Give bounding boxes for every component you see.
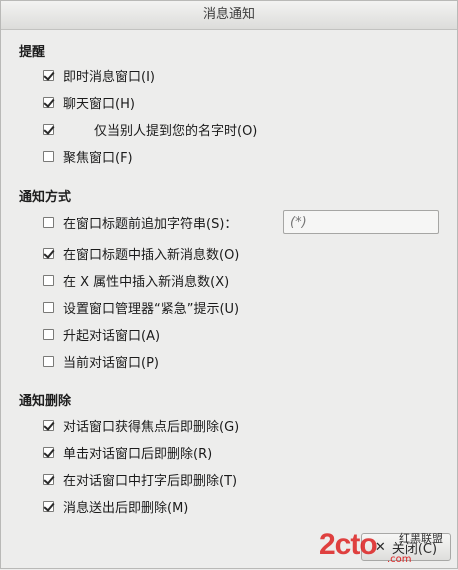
checkbox-label: 在对话窗口中打字后即删除(T) — [63, 473, 238, 489]
checkbox-row-focus-window[interactable]: 聚焦窗口(F) — [43, 146, 133, 166]
checkbox-only-mentioned[interactable] — [43, 123, 54, 135]
checkbox-title-prefix[interactable] — [43, 216, 54, 228]
close-icon: ✕ — [374, 539, 386, 555]
checkbox-x-property[interactable] — [43, 274, 54, 286]
checkbox-remove-on-type[interactable] — [43, 473, 54, 485]
checkbox-present-window[interactable] — [43, 355, 54, 367]
checkbox-row-title-count[interactable]: 在窗口标题中插入新消息数(O) — [43, 243, 239, 263]
checkbox-label: 单击对话窗口后即删除(R) — [63, 446, 213, 462]
checkbox-label: 聊天窗口(H) — [63, 96, 135, 112]
checkbox-label: 当前对话窗口(P) — [63, 355, 159, 371]
checkbox-row-present-window[interactable]: 当前对话窗口(P) — [43, 351, 159, 371]
checkbox-label: 在 X 属性中插入新消息数(X) — [63, 274, 230, 290]
checkbox-row-only-mentioned[interactable]: 仅当别人提到您的名字时(O) — [43, 119, 257, 139]
section-title-method: 通知方式 — [19, 190, 72, 205]
checkbox-label: 消息送出后即删除(M) — [63, 500, 189, 516]
checkbox-label: 在窗口标题前追加字符串(S)： — [63, 216, 238, 232]
checkbox-remove-on-click[interactable] — [43, 446, 54, 458]
window-title: 消息通知 — [1, 1, 457, 30]
checkbox-chat-window[interactable] — [43, 96, 54, 108]
checkbox-label: 聚焦窗口(F) — [63, 150, 133, 166]
checkbox-label: 对话窗口获得焦点后即删除(G) — [63, 419, 240, 435]
checkbox-urgent-hint[interactable] — [43, 301, 54, 313]
checkbox-remove-on-send[interactable] — [43, 500, 54, 512]
checkbox-row-remove-on-click[interactable]: 单击对话窗口后即删除(R) — [43, 442, 212, 462]
checkbox-row-x-property[interactable]: 在 X 属性中插入新消息数(X) — [43, 270, 229, 290]
checkbox-row-remove-on-focus[interactable]: 对话窗口获得焦点后即删除(G) — [43, 415, 239, 435]
checkbox-label: 在窗口标题中插入新消息数(O) — [63, 247, 240, 263]
checkbox-remove-on-focus[interactable] — [43, 419, 54, 431]
close-button[interactable]: ✕ 关闭(C) — [361, 533, 451, 561]
checkbox-row-remove-on-type[interactable]: 在对话窗口中打字后即删除(T) — [43, 469, 237, 489]
notification-dialog: 消息通知 提醒 即时消息窗口(I) 聊天窗口(H) 仅当别人提到您的名字时(O)… — [0, 0, 458, 569]
checkbox-raise-window[interactable] — [43, 328, 54, 340]
checkbox-row-im-window[interactable]: 即时消息窗口(I) — [43, 65, 155, 85]
checkbox-label: 设置窗口管理器“紧急”提示(U) — [63, 301, 240, 317]
checkbox-title-count[interactable] — [43, 247, 54, 259]
section-title-remind: 提醒 — [19, 45, 46, 60]
title-prefix-input[interactable] — [283, 210, 439, 234]
checkbox-row-title-prefix[interactable]: 在窗口标题前追加字符串(S)： — [43, 212, 237, 232]
checkbox-focus-window[interactable] — [43, 150, 54, 162]
checkbox-row-raise-window[interactable]: 升起对话窗口(A) — [43, 324, 160, 344]
checkbox-row-chat-window[interactable]: 聊天窗口(H) — [43, 92, 135, 112]
checkbox-im-window[interactable] — [43, 69, 54, 81]
close-button-label: 关闭(C) — [391, 541, 438, 557]
checkbox-label: 升起对话窗口(A) — [63, 328, 161, 344]
checkbox-row-remove-on-send[interactable]: 消息送出后即删除(M) — [43, 496, 188, 516]
section-title-remove: 通知删除 — [19, 394, 72, 409]
checkbox-label: 仅当别人提到您的名字时(O) — [94, 123, 258, 139]
checkbox-row-urgent-hint[interactable]: 设置窗口管理器“紧急”提示(U) — [43, 297, 239, 317]
checkbox-label: 即时消息窗口(I) — [63, 69, 155, 85]
